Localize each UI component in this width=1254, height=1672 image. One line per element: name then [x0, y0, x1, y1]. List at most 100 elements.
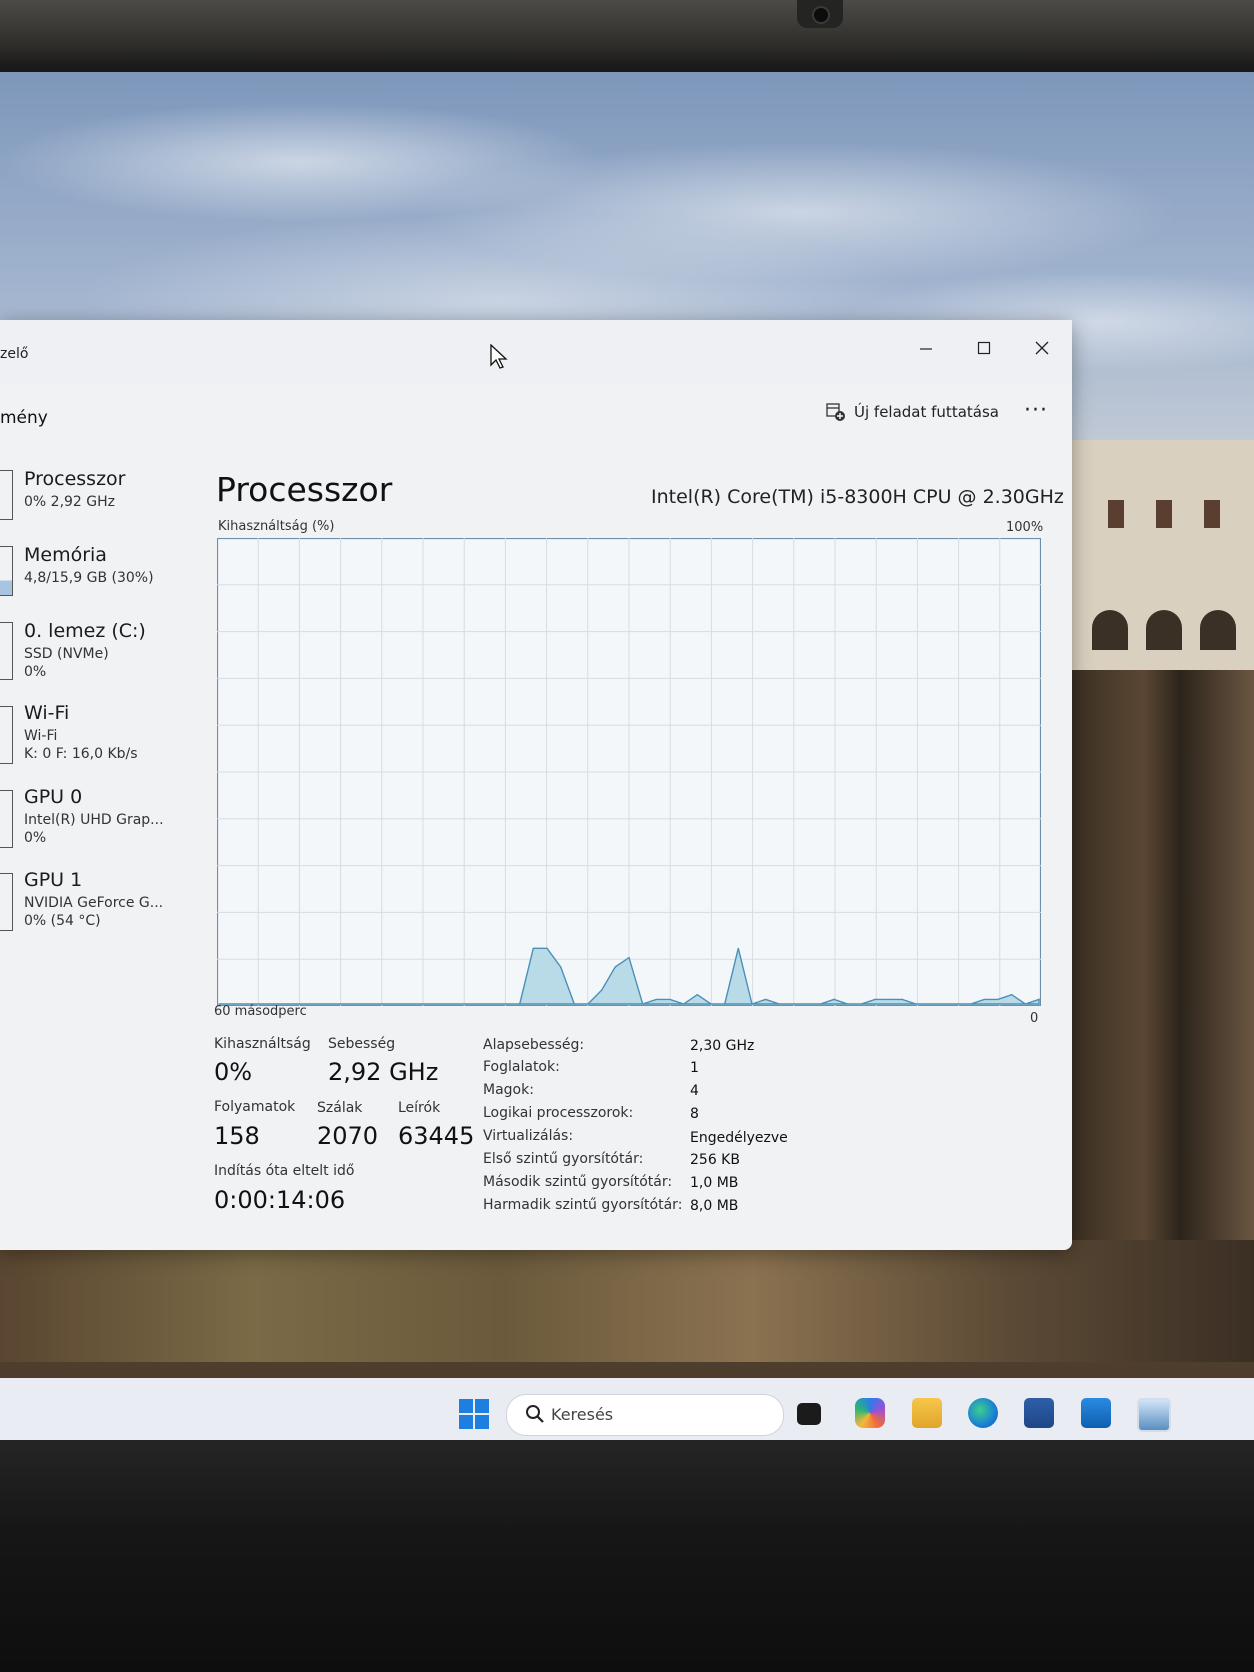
run-new-task-button[interactable]: Új feladat futtatása [826, 402, 999, 422]
info-value-cores: 4 [690, 1083, 699, 1099]
processes-value: 158 [214, 1122, 260, 1150]
building-window [1156, 500, 1172, 528]
sidebar-item-gpu1[interactable]: GPU 1 NVIDIA GeForce G... 0% (54 °C) [0, 867, 200, 943]
graph-data-point [806, 1003, 808, 1005]
close-button[interactable] [1022, 332, 1062, 364]
wifi-thumbnail [0, 706, 13, 764]
task-view-icon[interactable] [797, 1403, 821, 1425]
graph-data-point [942, 1003, 944, 1005]
taskbar-search-box[interactable]: Keresés [506, 1394, 784, 1436]
sidebar-item-detail: 0% 2,92 GHz [24, 494, 116, 510]
sidebar-item-detail: SSD (NVMe) [24, 646, 109, 662]
memory-thumbnail [0, 546, 13, 596]
page-heading: mény [0, 408, 48, 428]
maximize-button[interactable] [964, 332, 1004, 364]
graph-data-point [792, 1003, 794, 1005]
wallpaper-valley [0, 1240, 1254, 1362]
sidebar-item-detail: 0% (54 °C) [24, 913, 101, 929]
run-new-task-label: Új feladat futtatása [854, 403, 999, 421]
building-arch [1146, 610, 1182, 650]
graph-data-point [642, 1003, 644, 1005]
new-task-icon [826, 403, 845, 421]
sidebar-item-title: 0. lemez (C:) [24, 620, 146, 642]
graph-data-point [519, 1003, 521, 1005]
copilot-icon[interactable] [855, 1398, 885, 1428]
info-label-logical-processors: Logikai processzorok: [483, 1105, 634, 1121]
graph-data-point [423, 1003, 425, 1005]
windows-logo-tile [459, 1399, 473, 1413]
webcam-lens [812, 6, 830, 24]
info-value-l1-cache: 256 KB [690, 1152, 740, 1168]
sidebar-item-title: Memória [24, 544, 107, 566]
graph-data-point [546, 947, 548, 949]
sidebar-item-processzor[interactable]: Processzor 0% 2,92 GHz [0, 464, 200, 528]
graph-data-point [997, 998, 999, 1000]
minimize-button[interactable] [906, 332, 946, 364]
graph-data-point [491, 1003, 493, 1005]
task-manager-icon[interactable] [1137, 1398, 1171, 1432]
graph-y-min-label: 0 [1030, 1011, 1039, 1026]
threads-value: 2070 [317, 1122, 379, 1150]
store-icon[interactable] [1024, 1398, 1054, 1428]
info-label-l2-cache: Második szintű gyorsítótár: [483, 1174, 673, 1190]
sidebar-item-title: GPU 1 [24, 869, 83, 891]
graph-data-point [464, 1003, 466, 1005]
graph-grid [217, 538, 1041, 1006]
info-value-base-speed: 2,30 GHz [690, 1038, 755, 1054]
graph-data-point [915, 1003, 917, 1005]
info-label-cores: Magok: [483, 1082, 534, 1098]
more-options-button[interactable]: ··· [1024, 398, 1048, 423]
processor-thumbnail [0, 470, 13, 520]
info-label-sockets: Foglalatok: [483, 1059, 560, 1075]
graph-data-point [450, 1003, 452, 1005]
title-bar[interactable]: zelő [0, 320, 1072, 384]
graph-data-point [833, 998, 835, 1000]
sidebar-item-gpu0[interactable]: GPU 0 Intel(R) UHD Grap... 0% [0, 784, 200, 860]
graph-data-point [888, 998, 890, 1000]
info-label-base-speed: Alapsebesség: [483, 1037, 585, 1053]
graph-data-point [614, 966, 616, 968]
edge-icon[interactable] [968, 1398, 998, 1428]
graph-data-point [778, 1003, 780, 1005]
sidebar-item-disk[interactable]: 0. lemez (C:) SSD (NVMe) 0% [0, 616, 200, 692]
info-label-l1-cache: Első szintű gyorsítótár: [483, 1151, 644, 1167]
info-value-l3-cache: 8,0 MB [690, 1198, 739, 1214]
graph-data-point [860, 1003, 862, 1005]
info-value-logical-processors: 8 [690, 1106, 699, 1122]
graph-data-point [710, 1003, 712, 1005]
wallpaper-cliff [1070, 670, 1254, 1320]
gpu0-thumbnail [0, 790, 13, 848]
utilization-label: Kihasználtság [214, 1036, 311, 1052]
sidebar-item-title: Wi-Fi [24, 702, 70, 724]
sidebar-item-memoria[interactable]: Memória 4,8/15,9 GB (30%) [0, 540, 200, 604]
page-title: Processzor [216, 470, 393, 509]
graph-data-point [983, 998, 985, 1000]
sidebar-item-wifi[interactable]: Wi-Fi Wi-Fi K: 0 F: 16,0 Kb/s [0, 700, 200, 776]
wallpaper-building [1070, 440, 1254, 670]
graph-data-point [368, 1003, 370, 1005]
sidebar-item-detail: K: 0 F: 16,0 Kb/s [24, 746, 138, 762]
graph-data-point [532, 947, 534, 949]
disk-thumbnail [0, 622, 13, 680]
sidebar-item-title: Processzor [24, 468, 126, 490]
handles-label: Leírók [398, 1100, 441, 1116]
windows-logo-tile [475, 1399, 489, 1413]
graph-data-point [601, 989, 603, 991]
processes-label: Folyamatok [214, 1099, 296, 1115]
file-explorer-icon[interactable] [912, 1398, 942, 1428]
outlook-icon[interactable] [1081, 1398, 1111, 1428]
graph-data-point [956, 1003, 958, 1005]
graph-data-point [874, 998, 876, 1000]
sidebar-item-detail: 0% [24, 664, 47, 680]
graph-data-point [765, 998, 767, 1000]
graph-data-point [437, 1003, 439, 1005]
graph-data-point [655, 998, 657, 1000]
sidebar-item-detail: 4,8/15,9 GB (30%) [24, 570, 154, 586]
graph-data-point [478, 1003, 480, 1005]
graph-data-point [819, 1003, 821, 1005]
graph-data-point [560, 966, 562, 968]
start-button[interactable] [459, 1399, 489, 1429]
graph-data-point [587, 1003, 589, 1005]
graph-data-point [409, 1003, 411, 1005]
info-value-virtualization: Engedélyezve [690, 1130, 788, 1146]
